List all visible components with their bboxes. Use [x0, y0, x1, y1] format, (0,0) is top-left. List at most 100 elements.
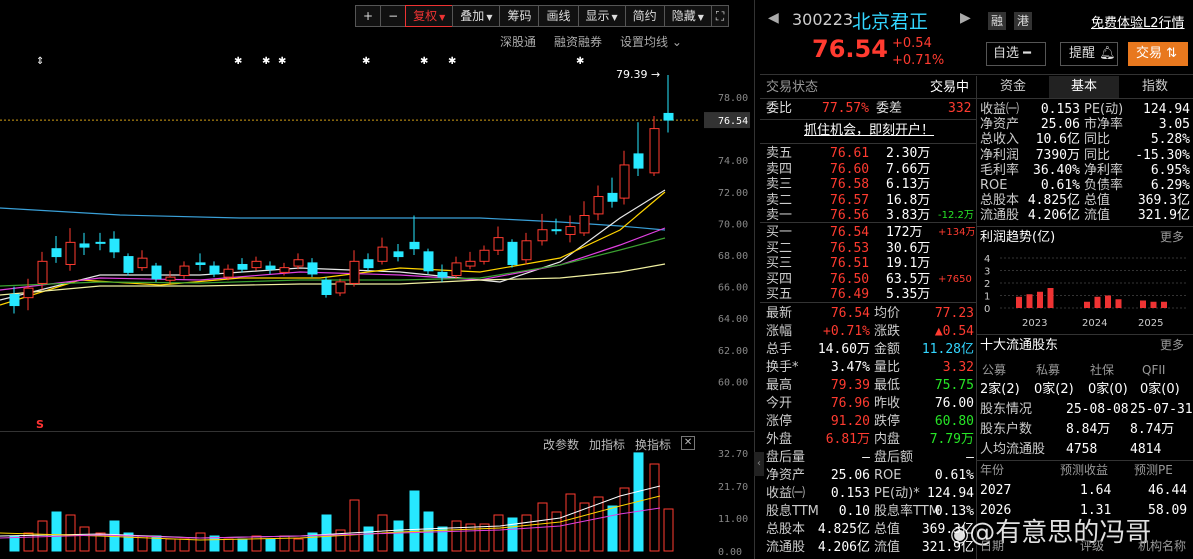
fullscreen-icon[interactable]: ⛶: [710, 5, 730, 27]
candle-body: [293, 259, 304, 267]
simple-button[interactable]: 简约: [624, 5, 665, 27]
bid-price: 76.54: [830, 225, 870, 240]
quote-row: 涨幅 +0.71% 涨跌 ▲0.54: [766, 323, 976, 340]
quote-value: 79.39: [830, 378, 870, 393]
quote-label: 涨跌: [874, 324, 901, 339]
divider: [977, 98, 1193, 99]
adjust-button[interactable]: 复权 ▼: [405, 5, 454, 27]
volume-bar: [409, 490, 420, 552]
watchlist-button[interactable]: 自选 ━: [986, 42, 1046, 66]
divider: [977, 334, 1193, 335]
ask-row[interactable]: 卖三 76.58 6.13万: [766, 177, 976, 192]
volume-chart[interactable]: 32.70 21.70 11.00 0.00: [0, 448, 755, 559]
zoom-out-button[interactable]: −: [380, 5, 407, 27]
chips-button[interactable]: 筹码: [499, 5, 540, 27]
quote-label: 外盘: [766, 432, 793, 447]
tab-basics[interactable]: 基本: [1049, 76, 1119, 98]
quote-row: 流通股 4.206亿 流值 321.9亿: [766, 539, 976, 556]
holders-more-link[interactable]: 更多: [1160, 337, 1184, 354]
candle-body: [137, 257, 148, 269]
quote-label: 均价: [874, 306, 901, 321]
open-account-link[interactable]: 抓住机会，即刻开户！: [804, 122, 934, 139]
bid-row[interactable]: 买四 76.50 63.5万 +7650: [766, 272, 976, 287]
basics-label: 负债率: [1084, 178, 1124, 193]
ask-price: 76.61: [830, 146, 870, 161]
event-marker-icon: ✱: [234, 56, 242, 67]
holders-row-value: 25-07-31: [1130, 402, 1193, 417]
margin-trading-link[interactable]: 融资融券: [554, 33, 602, 50]
overlay-button[interactable]: 叠加 ▼: [452, 5, 501, 27]
candle-body: [363, 259, 374, 269]
volume-bar: [223, 538, 234, 552]
quote-value: 321.9亿: [921, 540, 974, 555]
event-marker-icon: ✱: [262, 56, 270, 67]
quote-value: 77.23: [934, 306, 974, 321]
basics-label: 毛利率: [980, 162, 1020, 178]
price-change: +0.54: [892, 36, 932, 51]
display-button[interactable]: 显示 ▼: [577, 5, 626, 27]
volume-bar: [507, 517, 518, 552]
zoom-in-button[interactable]: +: [355, 5, 382, 27]
bid-delta: +134万: [938, 227, 976, 238]
quote-row: 总股本 4.825亿 总值 369.3亿: [766, 521, 976, 538]
trade-button[interactable]: 交易 ⇅: [1128, 42, 1188, 66]
sz-connect-link[interactable]: 深股通: [500, 33, 536, 50]
volume-bar: [179, 538, 190, 552]
profit-bar: [1084, 301, 1090, 308]
bid-row[interactable]: 买五 76.49 5.35万: [766, 287, 976, 302]
l2-trial-link[interactable]: 免费体验L2行情: [1091, 12, 1185, 31]
candlestick-chart[interactable]: 78.00 76.54 74.00 72.00 70.00 68.00 66.00 64.00…: [0, 50, 755, 435]
quote-row: 最新 76.54 均价 77.23: [766, 305, 976, 322]
candle-body: [479, 249, 490, 262]
volume-bar: [9, 535, 20, 552]
quote-label: 最新: [766, 306, 793, 321]
bid-row[interactable]: 买二 76.53 30.6万: [766, 241, 976, 256]
event-marker-icon: ✱: [420, 56, 428, 67]
ask-price: 76.56: [830, 208, 870, 223]
last-price: 76.54: [812, 35, 888, 63]
hk-connect-tag[interactable]: 港: [1014, 12, 1032, 30]
forecast-footer: 机构名称: [1138, 539, 1187, 553]
next-stock-icon[interactable]: ▶: [960, 10, 971, 26]
volume-bar: [237, 538, 248, 552]
draw-line-button[interactable]: 画线: [538, 5, 579, 27]
hide-button[interactable]: 隐藏 ▼: [663, 5, 712, 27]
volume-bar: [607, 505, 618, 552]
volume-bar: [37, 520, 48, 552]
profit-more-link[interactable]: 更多: [1160, 229, 1184, 246]
tab-index[interactable]: 指数: [1120, 76, 1190, 98]
forecast-pe: 58.09: [1148, 503, 1188, 518]
quote-row: 收益㈠ 0.153 PE(动)* 124.94: [766, 485, 976, 502]
ask-row[interactable]: 卖一 76.56 3.83万 -12.2万: [766, 208, 976, 223]
ask-row[interactable]: 卖五 76.61 2.30万: [766, 146, 976, 161]
divider: [0, 431, 755, 432]
forecast-pe: 46.44: [1148, 483, 1188, 498]
chevron-down-icon: ▼: [439, 13, 446, 22]
holders-col-value: 2家(2): [980, 382, 1020, 397]
kline-chart-panel[interactable]: + − 复权 ▼ 叠加 ▼ 筹码 画线 显示 ▼ 简约 隐藏 ▼ ⛶ 深股通 融资融券 …: [0, 0, 755, 559]
holders-col-value: 0家(0): [1088, 382, 1128, 397]
basics-value: 369.3亿: [1137, 193, 1190, 209]
basics-value: -15.30%: [1135, 147, 1190, 163]
price-axis-label: 62.00: [718, 346, 748, 357]
margin-tag[interactable]: 融: [988, 12, 1006, 30]
basics-row: 流通股 4.206亿 流值 321.9亿: [980, 208, 1190, 223]
basics-value: 25.06: [1040, 117, 1080, 133]
bid-row[interactable]: 买三 76.51 19.1万: [766, 256, 976, 271]
basics-row: 总股本 4.825亿 总值 369.3亿: [980, 193, 1190, 208]
candle-body: [95, 241, 106, 244]
remind-button[interactable]: 提醒 🔔︎: [1060, 42, 1118, 66]
candle-body: [377, 246, 388, 262]
quote-label: 盘后量: [766, 450, 806, 465]
ask-row[interactable]: 卖二 76.57 16.8万: [766, 193, 976, 208]
price-axis-label: 66.00: [718, 283, 748, 294]
bid-row[interactable]: 买一 76.54 172万 +134万: [766, 225, 976, 240]
prev-stock-icon[interactable]: ◀: [768, 10, 779, 26]
ma-settings-link[interactable]: 设置均线 ⌄: [620, 33, 682, 50]
quote-label: 跌停: [874, 414, 901, 429]
tab-funds[interactable]: 资金: [978, 76, 1048, 98]
bid-volume: 19.1万: [886, 256, 931, 271]
candle-body: [195, 262, 206, 265]
bid-volume: 30.6万: [886, 240, 931, 256]
ask-row[interactable]: 卖四 76.60 7.66万: [766, 162, 976, 177]
